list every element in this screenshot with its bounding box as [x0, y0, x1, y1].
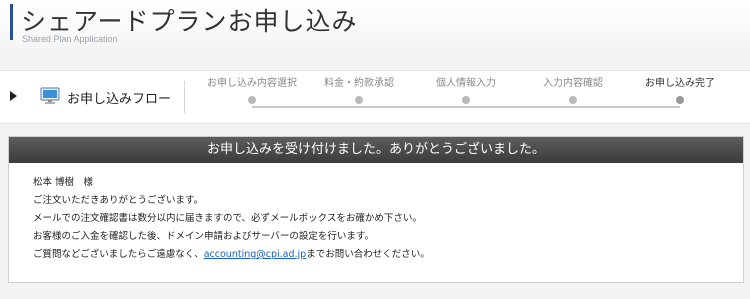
contact-prefix: ご質問などございましたらご遠慮なく、 [33, 249, 204, 260]
completion-message: 松本 博樹 様 ご注文いただきありがとうございます。 メールでの注文確認書は数分… [9, 163, 743, 260]
page-header: シェアードプランお申し込み Shared Plan Application [0, 0, 750, 66]
step-label: 入力内容確認 [543, 78, 603, 89]
email-notice-line: メールでの注文確認書は数分以内に届きますので、必ずメールボックスをお確かめ下さい… [33, 213, 422, 224]
monitor-icon [40, 87, 60, 104]
setup-notice-line: お客様のご入金を確認した後、ドメイン申請およびサーバーの設定を行います。 [33, 231, 374, 242]
step-dot [462, 96, 470, 104]
step-label: お申し込み内容選択 [207, 78, 297, 89]
step-label: お申し込み完了 [645, 78, 715, 89]
step-personal-info: 個人情報入力 [412, 77, 520, 104]
step-indicator: お申し込み内容選択 料金・約款承認 個人情報入力 入力内容確認 お申し込み完了 [198, 77, 734, 117]
step-complete: お申し込み完了 [626, 77, 734, 104]
step-dot [355, 96, 363, 104]
step-fee-approval: 料金・約款承認 [305, 77, 413, 104]
triangle-right-icon [10, 91, 17, 101]
page-subtitle: Shared Plan Application [22, 34, 118, 44]
step-connector-line [252, 106, 680, 108]
contact-email-link[interactable]: accounting@cpi.ad.jp [204, 249, 307, 260]
contact-suffix: までお問い合わせください。 [306, 249, 430, 260]
step-dot [248, 96, 256, 104]
step-select-contents: お申し込み内容選択 [198, 77, 306, 104]
step-label: 個人情報入力 [436, 78, 496, 89]
recipient-name: 松本 博樹 様 [33, 177, 94, 188]
application-flow: お申し込みフロー お申し込み内容選択 料金・約款承認 個人情報入力 入力内容確認… [0, 70, 750, 124]
step-dot [569, 96, 577, 104]
page-title: シェアードプランお申し込み [21, 7, 358, 36]
completion-heading: お申し込みを受け付けました。ありがとうございました。 [9, 137, 743, 163]
contact-line: ご質問などございましたらご遠慮なく、accounting@cpi.ad.jpまで… [33, 249, 743, 260]
step-label: 料金・約款承認 [324, 78, 394, 89]
title-accent-bar [10, 4, 13, 40]
flow-divider [184, 81, 185, 113]
thanks-line: ご注文いただきありがとうございます。 [33, 195, 204, 206]
step-dot [676, 96, 684, 104]
step-confirm-input: 入力内容確認 [519, 77, 627, 104]
completion-panel: お申し込みを受け付けました。ありがとうございました。 松本 博樹 様 ご注文いた… [8, 136, 744, 283]
flow-title: お申し込みフロー [67, 92, 172, 107]
